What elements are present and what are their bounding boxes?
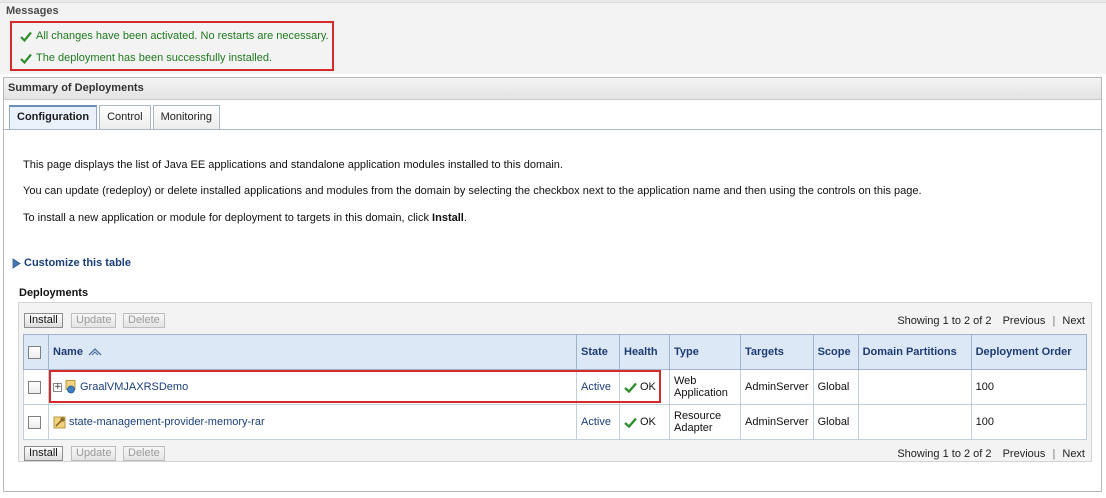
state-link[interactable]: Active bbox=[581, 381, 611, 393]
type-line: Adapter bbox=[674, 422, 713, 434]
message-text: All changes have been activated. No rest… bbox=[36, 30, 329, 42]
pager-separator: | bbox=[1052, 315, 1056, 327]
deployment-order-cell: 100 bbox=[970, 369, 1088, 405]
install-instructions: To install a new application or module f… bbox=[23, 212, 467, 224]
expand-triangle-icon bbox=[12, 257, 21, 269]
next-link[interactable]: Next bbox=[1062, 448, 1085, 460]
row-select-cell bbox=[23, 369, 49, 405]
column-header-scope[interactable]: Scope bbox=[812, 334, 859, 370]
deployments-table: Name State Health Type Targets Scope Dom… bbox=[23, 334, 1088, 440]
health-cell: OK bbox=[619, 404, 670, 440]
summary-of-deployments-panel: Summary of Deployments Configuration Con… bbox=[3, 77, 1102, 492]
scope-cell: Global bbox=[812, 369, 859, 405]
health-text: OK bbox=[640, 416, 656, 428]
pagination: Showing 1 to 2 of 2 Previous | Next bbox=[897, 315, 1085, 327]
table-header-row: Name State Health Type Targets Scope Dom… bbox=[23, 334, 1088, 370]
targets-cell: AdminServer bbox=[740, 369, 814, 405]
panel-title: Summary of Deployments bbox=[4, 78, 1101, 100]
deployment-name-link[interactable]: GraalVMJAXRSDemo bbox=[80, 381, 188, 393]
previous-link[interactable]: Previous bbox=[1003, 448, 1046, 460]
column-label: Name bbox=[53, 346, 83, 358]
message-item: The deployment has been successfully ins… bbox=[20, 51, 272, 65]
select-all-header bbox=[23, 334, 49, 370]
update-button[interactable]: Update bbox=[71, 446, 117, 461]
message-text: The deployment has been successfully ins… bbox=[36, 52, 273, 64]
check-icon bbox=[624, 382, 637, 393]
delete-button[interactable]: Delete bbox=[123, 446, 165, 461]
name-cell: state-management-provider-memory-rar bbox=[48, 404, 577, 440]
type-line: Application bbox=[674, 387, 728, 399]
expand-icon[interactable]: + bbox=[53, 382, 62, 392]
tab-monitoring[interactable]: Monitoring bbox=[152, 105, 220, 129]
partitions-cell bbox=[857, 404, 972, 440]
previous-link[interactable]: Previous bbox=[1003, 315, 1046, 327]
install-instructions-text: To install a new application or module f… bbox=[23, 212, 433, 224]
row-checkbox[interactable] bbox=[28, 380, 41, 394]
table-row: state-management-provider-memory-rar Act… bbox=[23, 404, 1088, 440]
row-select-cell bbox=[23, 404, 49, 440]
install-button[interactable]: Install bbox=[24, 446, 63, 461]
name-cell: + GraalVMJAXRSDemo bbox=[48, 369, 577, 405]
scope-cell: Global bbox=[812, 404, 859, 440]
check-icon bbox=[20, 53, 32, 64]
column-header-state[interactable]: State bbox=[576, 334, 620, 370]
message-item: All changes have been activated. No rest… bbox=[20, 29, 329, 43]
tab-control[interactable]: Control bbox=[99, 105, 151, 129]
tab-bar: Configuration Control Monitoring bbox=[9, 105, 220, 129]
type-line: Web bbox=[674, 375, 697, 387]
deployments-title: Deployments bbox=[19, 287, 89, 299]
state-cell: Active bbox=[576, 404, 620, 440]
intro-text: This page displays the list of Java EE a… bbox=[23, 159, 563, 171]
check-icon bbox=[624, 417, 637, 428]
intro-text: You can update (redeploy) or delete inst… bbox=[23, 185, 922, 197]
column-header-deployment-order[interactable]: Deployment Order bbox=[970, 334, 1088, 370]
pagination: Showing 1 to 2 of 2 Previous | Next bbox=[897, 448, 1085, 460]
type-cell: Web Application bbox=[669, 369, 741, 405]
row-checkbox[interactable] bbox=[28, 415, 41, 429]
column-header-health[interactable]: Health bbox=[619, 334, 670, 370]
web-application-icon bbox=[65, 380, 76, 394]
partitions-cell bbox=[857, 369, 972, 405]
type-line: Resource bbox=[674, 410, 722, 422]
check-icon bbox=[20, 31, 32, 42]
customize-table-link[interactable]: Customize this table bbox=[12, 257, 131, 269]
pager-separator: | bbox=[1052, 448, 1056, 460]
column-header-targets[interactable]: Targets bbox=[740, 334, 814, 370]
tab-divider bbox=[4, 129, 1101, 130]
top-edge bbox=[0, 0, 1106, 3]
column-header-domain-partitions[interactable]: Domain Partitions bbox=[857, 334, 972, 370]
messages-title: Messages bbox=[6, 5, 59, 17]
targets-cell: AdminServer bbox=[740, 404, 814, 440]
table-row: + GraalVMJAXRSDemo Active OK Web Applicat… bbox=[23, 369, 1088, 405]
install-button[interactable]: Install bbox=[24, 313, 63, 328]
messages-highlight-box: All changes have been activated. No rest… bbox=[10, 21, 334, 71]
health-cell: OK bbox=[619, 369, 670, 405]
deployment-name-link[interactable]: state-management-provider-memory-rar bbox=[69, 416, 265, 428]
pagination-status: Showing 1 to 2 of 2 bbox=[897, 448, 992, 460]
next-link[interactable]: Next bbox=[1062, 315, 1085, 327]
install-emphasis: Install bbox=[432, 212, 464, 224]
deployments-table-container: Install Update Delete Showing 1 to 2 of … bbox=[18, 302, 1092, 462]
pagination-status: Showing 1 to 2 of 2 bbox=[897, 315, 992, 327]
delete-button[interactable]: Delete bbox=[123, 313, 165, 328]
deployment-order-cell: 100 bbox=[970, 404, 1088, 440]
column-header-type[interactable]: Type bbox=[669, 334, 741, 370]
state-cell: Active bbox=[576, 369, 620, 405]
customize-table-label: Customize this table bbox=[24, 257, 131, 269]
select-all-checkbox[interactable] bbox=[28, 345, 41, 359]
tab-configuration[interactable]: Configuration bbox=[9, 105, 98, 129]
sort-ascending-icon bbox=[88, 348, 102, 356]
update-button[interactable]: Update bbox=[71, 313, 117, 328]
type-cell: Resource Adapter bbox=[669, 404, 741, 440]
column-header-name[interactable]: Name bbox=[48, 334, 577, 370]
resource-adapter-icon bbox=[53, 416, 66, 429]
messages-panel: Messages All changes have been activated… bbox=[0, 0, 1106, 74]
state-link[interactable]: Active bbox=[581, 416, 611, 428]
install-instructions-period: . bbox=[463, 212, 467, 224]
health-text: OK bbox=[640, 381, 656, 393]
